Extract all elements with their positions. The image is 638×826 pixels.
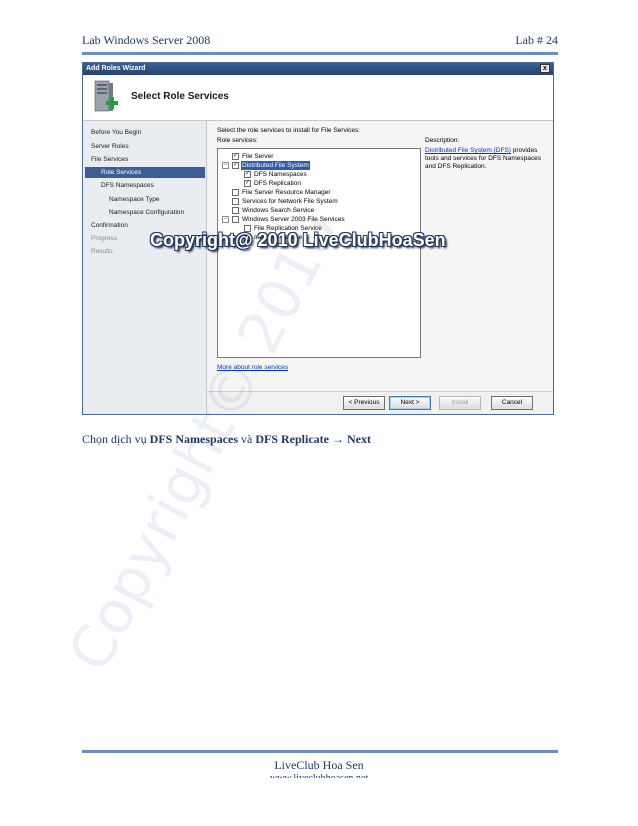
nav-item-before-you-begin[interactable]: Before You Begin: [91, 127, 203, 138]
caption-next: Next: [346, 432, 371, 446]
tree-row-label: DFS Namespaces: [254, 171, 307, 178]
arrow-right-icon: →: [328, 432, 347, 446]
tree-row-dfs-namespaces[interactable]: ✓ DFS Namespaces: [218, 170, 418, 179]
window-title: Add Roles Wizard: [86, 65, 146, 72]
wizard-nav: Before You Begin Server Roles File Servi…: [83, 121, 207, 414]
close-button[interactable]: x: [540, 64, 550, 73]
tree-row-file-server-resource-manager[interactable]: File Server Resource Manager: [218, 188, 418, 197]
page-header: Lab Windows Server 2008 Lab # 24: [82, 33, 558, 53]
description-text: Distributed File System (DFS) provides t…: [425, 147, 549, 171]
page-title: Select Role Services: [131, 91, 229, 102]
caption-dfs-replicate: DFS Replicate: [255, 432, 329, 446]
header-lab-title: Lab Windows Server 2008: [82, 33, 211, 47]
tree-row-distributed-file-system[interactable]: − ✓ Distributed File System: [218, 161, 418, 170]
copyright-banner-watermark: Copyright@ 2010 LiveClubHoaSen: [150, 230, 446, 250]
tree-row-services-for-nfs[interactable]: Services for Network File System: [218, 197, 418, 206]
tree-row-label: DFS Replication: [254, 180, 301, 187]
header-lab-number: Lab # 24: [515, 33, 558, 47]
server-add-icon: [94, 80, 118, 112]
previous-button[interactable]: < Previous: [343, 396, 385, 410]
nav-item-namespace-configuration[interactable]: Namespace Configuration: [109, 207, 205, 218]
checkbox-dfs-replication[interactable]: ✓: [244, 180, 251, 187]
footer-title: LiveClub Hoa Sen: [274, 758, 364, 772]
step-caption: Chọn dịch vụ DFS Namespaces và DFS Repli…: [82, 432, 371, 447]
window-titlebar: Add Roles Wizard x: [83, 63, 553, 75]
tree-row-label: File Server: [242, 153, 274, 160]
install-button: Install: [439, 396, 481, 410]
nav-item-dfs-namespaces[interactable]: DFS Namespaces: [101, 180, 201, 191]
checkbox-distributed-file-system[interactable]: ✓: [232, 162, 239, 169]
checkbox-services-for-nfs[interactable]: [232, 198, 239, 205]
tree-row-label: File Server Resource Manager: [242, 189, 331, 196]
description-label: Description:: [425, 137, 460, 144]
footer-website: www.liveclubhoasen.net: [0, 773, 638, 778]
checkbox-windows-search-service[interactable]: [232, 207, 239, 214]
tree-row-file-server[interactable]: ✓ File Server: [218, 152, 418, 161]
nav-item-file-services[interactable]: File Services: [91, 154, 203, 165]
caption-dfs-namespaces: DFS Namespaces: [149, 432, 238, 446]
checkbox-dfs-namespaces[interactable]: ✓: [244, 171, 251, 178]
tree-row-label: Services for Network File System: [242, 198, 338, 205]
nav-item-namespace-type[interactable]: Namespace Type: [109, 194, 203, 205]
collapse-icon[interactable]: −: [222, 216, 229, 223]
caption-and: và: [238, 432, 256, 446]
caption-prefix: Chọn dịch vụ: [82, 432, 150, 446]
instruction-text: Select the role services to install for …: [217, 127, 361, 134]
tree-row-dfs-replication[interactable]: ✓ DFS Replication: [218, 179, 418, 188]
footer-divider: [82, 750, 558, 753]
nav-item-role-services[interactable]: Role Services: [85, 167, 205, 178]
nav-item-server-roles[interactable]: Server Roles: [91, 141, 203, 152]
next-button[interactable]: Next >: [389, 396, 431, 410]
checkbox-windows-server-2003-file-services[interactable]: [232, 216, 239, 223]
cancel-button[interactable]: Cancel: [491, 396, 533, 410]
dfs-description-link[interactable]: Distributed File System (DFS): [425, 147, 511, 154]
collapse-icon[interactable]: −: [222, 162, 229, 169]
wizard-banner: Select Role Services: [83, 75, 553, 121]
header-divider: [82, 52, 558, 55]
checkbox-file-server[interactable]: ✓: [232, 153, 239, 160]
checkbox-file-server-resource-manager[interactable]: [232, 189, 239, 196]
tree-row-windows-search-service[interactable]: Windows Search Service: [218, 206, 418, 215]
role-services-label: Role services:: [217, 137, 258, 144]
tree-row-label: Distributed File System: [241, 161, 310, 170]
